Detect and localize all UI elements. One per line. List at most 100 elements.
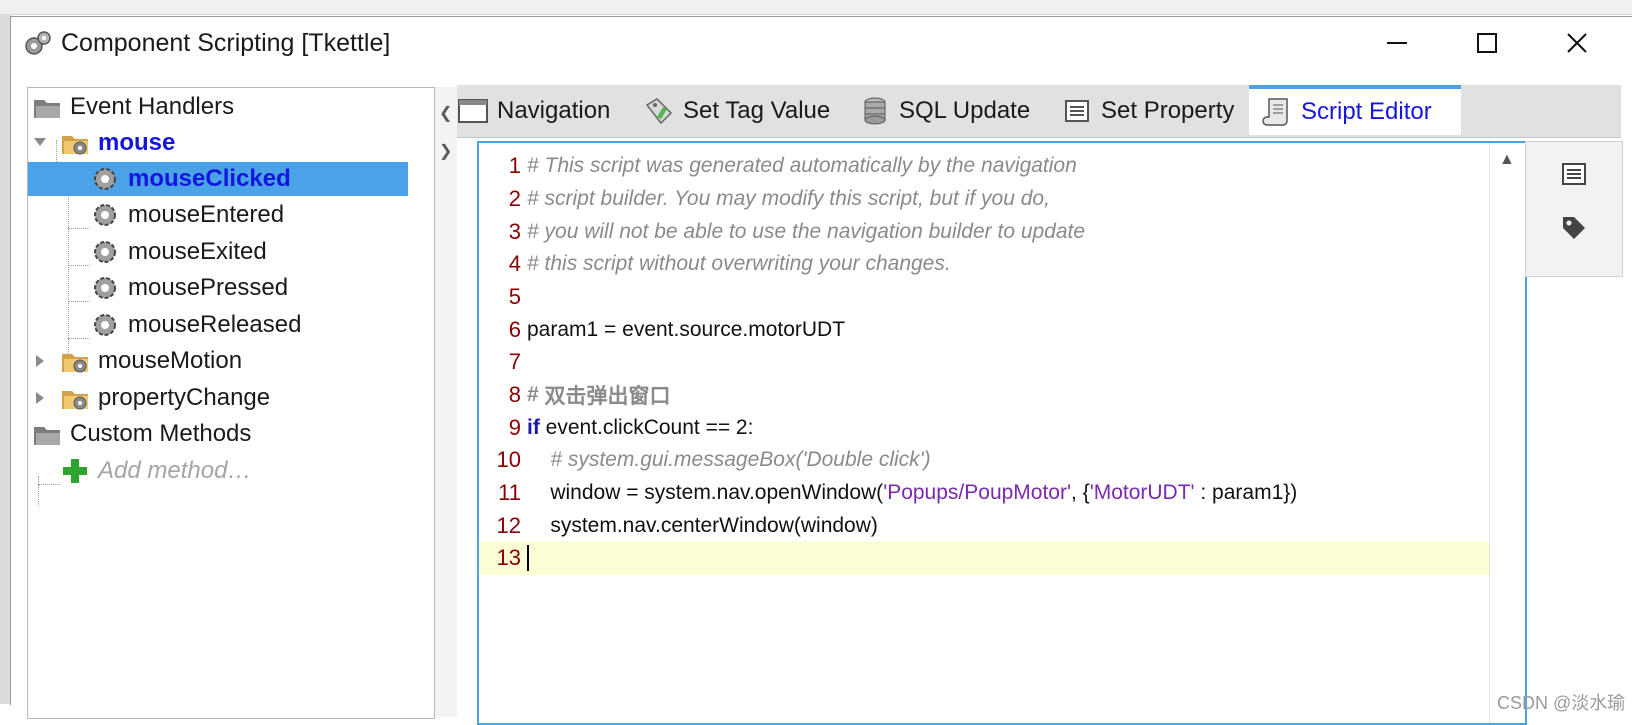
tree-item-propertychange[interactable]: propertyChange (60, 381, 270, 415)
tag-tool-button[interactable] (1556, 210, 1592, 246)
tree-item-mouseclicked[interactable]: mouseClicked (28, 162, 408, 196)
event-tree: Event Handlers mouse mouseClicked mouseE… (27, 87, 435, 719)
code-keyword: if (527, 416, 540, 439)
plus-icon (63, 459, 87, 483)
gears-icon (23, 29, 53, 59)
tab-navigation[interactable]: Navigation (457, 85, 610, 137)
gear-folder-icon (62, 136, 88, 155)
tree-item-label: mouseClicked (128, 165, 291, 192)
code-text: window = system.nav.openWindow( (527, 481, 884, 504)
add-method-label: Add method… (98, 457, 252, 484)
tree-item-mousereleased[interactable]: mouseReleased (90, 308, 301, 342)
current-code-line[interactable]: 13 (479, 541, 1489, 575)
tree-item-label: mouse (98, 129, 176, 156)
tree-guide (68, 338, 90, 339)
title-bar[interactable]: Component Scripting [Tkettle] (11, 17, 1632, 69)
minimize-button[interactable] (1373, 25, 1421, 61)
expand-arrow-icon[interactable] (32, 390, 48, 406)
tree-item-label: Event Handlers (70, 93, 235, 120)
line-number: 7 (508, 349, 521, 374)
maximize-button[interactable] (1463, 25, 1511, 61)
line-number: 6 (508, 317, 521, 342)
code-line[interactable]: 7 (479, 345, 1489, 379)
tree-item-mouseexited[interactable]: mouseExited (90, 235, 267, 269)
code-line[interactable]: 1 # This script was generated automatical… (479, 149, 1489, 183)
tree-item-mouseentered[interactable]: mouseEntered (90, 198, 284, 232)
tree-guide (68, 301, 90, 302)
code-line[interactable]: 8 # 双击弹出窗口 (479, 378, 1489, 412)
maximize-icon (1477, 33, 1497, 53)
collapse-left-icon[interactable]: ❮ (439, 103, 452, 123)
code-line[interactable]: 4 # this script without overwriting your … (479, 247, 1489, 281)
tree-guide (38, 476, 39, 506)
code-line[interactable]: 11 window = system.nav.openWindow('Popup… (479, 476, 1489, 510)
window-icon (458, 99, 488, 123)
code-text: , { (1071, 481, 1090, 504)
tab-script-editor[interactable]: Script Editor (1249, 85, 1461, 135)
tree-guide (68, 176, 69, 356)
window-title: Component Scripting [Tkettle] (61, 29, 391, 57)
line-number: 5 (508, 284, 521, 309)
add-method-item[interactable]: Add method… (60, 454, 251, 488)
code-line[interactable]: 6 param1 = event.source.motorUDT (479, 313, 1489, 347)
code-line[interactable]: 9 if event.clickCount == 2: (479, 411, 1489, 445)
code-line[interactable]: 3 # you will not be able to use the navig… (479, 215, 1489, 249)
component-scripting-dialog: Component Scripting [Tkettle] Event Hand… (10, 16, 1632, 725)
code-text: : param1}) (1194, 481, 1298, 504)
tree-item-mousepressed[interactable]: mousePressed (90, 271, 288, 305)
line-number: 1 (508, 153, 521, 178)
code-line[interactable]: 5 (479, 280, 1489, 314)
gear-icon (94, 314, 116, 336)
tab-set-property[interactable]: Set Property (1061, 85, 1234, 137)
line-number: 2 (508, 186, 521, 211)
code-text: # (527, 383, 545, 406)
tree-guide (68, 228, 90, 229)
tag-icon (1563, 217, 1585, 239)
gear-icon (94, 277, 116, 299)
expand-arrow-icon[interactable] (32, 353, 48, 369)
code-text: # script builder. You may modify this sc… (527, 187, 1050, 210)
tree-item-mouse[interactable]: mouse (60, 126, 175, 160)
gear-icon (94, 204, 116, 226)
tree-item-label: mouseMotion (98, 347, 243, 374)
code-line[interactable]: 12 system.nav.centerWindow(window) (479, 509, 1489, 543)
tab-label: Script Editor (1301, 98, 1432, 125)
code-line[interactable]: 2 # script builder. You may modify this s… (479, 182, 1489, 216)
script-editor[interactable]: 1 # This script was generated automatical… (477, 141, 1527, 725)
panel-splitter[interactable]: ❮ ❯ (435, 87, 457, 717)
expand-right-icon[interactable]: ❯ (439, 141, 452, 161)
code-line[interactable]: 10 # system.gui.messageBox('Double click… (479, 443, 1489, 477)
collapse-arrow-icon[interactable] (32, 134, 48, 150)
code-text: 双击弹出窗口 (544, 385, 671, 408)
list-tool-button[interactable] (1556, 156, 1592, 192)
tree-guide (38, 484, 60, 485)
tree-item-label: propertyChange (98, 384, 271, 411)
line-number: 3 (508, 219, 521, 244)
code-text: # you will not be able to use the naviga… (527, 220, 1086, 243)
close-button[interactable] (1553, 25, 1601, 61)
line-number: 9 (508, 415, 521, 440)
side-toolbar (1525, 141, 1623, 277)
watermark: CSDN @淡水瑜 (1497, 693, 1626, 713)
code-text: # this script without overwriting your c… (527, 252, 951, 275)
tree-item-custom-methods[interactable]: Custom Methods (32, 417, 251, 451)
tree-item-label: mouseEntered (128, 201, 285, 228)
tab-label: Set Property (1101, 97, 1235, 124)
gear-icon (94, 241, 116, 263)
tree-item-mousemotion[interactable]: mouseMotion (60, 344, 242, 378)
line-number: 10 (496, 447, 521, 472)
tree-item-event-handlers[interactable]: Event Handlers (32, 90, 234, 124)
tree-item-label: mousePressed (128, 274, 289, 301)
scroll-up-icon[interactable]: ▲ (1499, 151, 1515, 169)
code-string: 'MotorUDT' (1089, 481, 1195, 504)
line-number: 4 (508, 251, 521, 276)
tab-set-tag-value[interactable]: Set Tag Value (643, 85, 830, 137)
background-app-strip (0, 0, 1632, 15)
action-tabs: Navigation Set Tag Value SQL Update Set … (457, 85, 1621, 138)
tree-item-label: mouseReleased (128, 311, 302, 338)
vertical-scrollbar[interactable]: ▲ (1489, 143, 1524, 723)
tab-sql-update[interactable]: SQL Update (859, 85, 1030, 137)
gear-icon (94, 168, 116, 190)
code-text: # system.gui.messageBox('Double click') (527, 448, 931, 471)
close-icon (1567, 33, 1587, 53)
